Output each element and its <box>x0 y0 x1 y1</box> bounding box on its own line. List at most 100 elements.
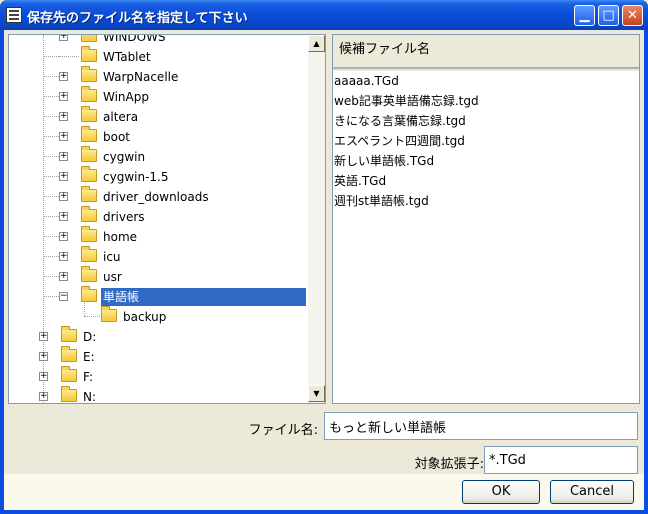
tree-item-label: backup <box>123 310 167 324</box>
tree-item[interactable]: + home <box>9 226 309 247</box>
tree-item-label: driver_downloads <box>103 190 209 204</box>
folder-icon <box>81 246 97 262</box>
folder-icon <box>81 266 97 282</box>
tree-connector <box>44 296 59 297</box>
tree-item[interactable]: + usr <box>9 266 309 287</box>
ok-button[interactable]: OK <box>462 480 540 504</box>
tree-item-label: icu <box>103 250 121 264</box>
folder-tree[interactable]: + WINDOWS WTablet + WarpNacelle + WinApp + alter… <box>8 34 326 404</box>
expand-icon[interactable]: + <box>59 212 68 221</box>
expand-icon[interactable]: + <box>59 92 68 101</box>
tree-item[interactable]: + cygwin <box>9 146 309 167</box>
folder-icon <box>81 146 97 162</box>
folder-icon <box>81 166 97 182</box>
tree-connector <box>44 116 59 117</box>
scroll-down-button[interactable]: ▼ <box>308 385 325 402</box>
filename-input[interactable] <box>324 412 638 440</box>
drive-icon <box>61 386 77 402</box>
drive-label: D: <box>83 330 97 344</box>
tree-item-label: cygwin <box>103 150 146 164</box>
drive-item[interactable]: + F: <box>9 366 309 387</box>
cancel-button[interactable]: Cancel <box>550 480 634 504</box>
tree-item[interactable]: + icu <box>9 246 309 267</box>
minimize-button[interactable]: ▁ <box>574 5 595 26</box>
tree-item-label: WINDOWS <box>103 35 166 44</box>
tree-item[interactable]: + WinApp <box>9 86 309 107</box>
expand-icon[interactable]: + <box>59 252 68 261</box>
drive-item[interactable]: + N: <box>9 386 309 404</box>
folder-icon <box>81 106 97 122</box>
drive-label: N: <box>83 390 97 404</box>
expand-icon[interactable]: + <box>59 132 68 141</box>
maximize-button[interactable]: □ <box>598 5 619 26</box>
filename-label: ファイル名: <box>248 423 318 438</box>
expand-icon[interactable]: + <box>59 232 68 241</box>
tree-item[interactable]: + WarpNacelle <box>9 66 309 87</box>
candidate-item[interactable]: きになる言葉備忘録.tgd <box>334 111 466 131</box>
tree-item[interactable]: + boot <box>9 126 309 147</box>
tree-item[interactable]: + altera <box>9 106 309 127</box>
expand-icon[interactable]: + <box>39 392 48 401</box>
expand-icon[interactable]: + <box>59 35 68 41</box>
expand-icon[interactable]: + <box>59 192 68 201</box>
tree-connector <box>59 56 79 57</box>
open-folder-icon <box>81 286 97 302</box>
drive-icon <box>61 366 77 382</box>
folder-icon <box>81 206 97 222</box>
tree-connector <box>44 216 59 217</box>
tree-item-label: WinApp <box>103 90 149 104</box>
expand-icon[interactable]: + <box>39 332 48 341</box>
tree-item[interactable]: − 単語帳 <box>9 286 309 307</box>
expand-icon[interactable]: + <box>59 272 68 281</box>
tree-item-label: 単語帳 <box>101 288 306 306</box>
tree-item[interactable]: + drivers <box>9 206 309 227</box>
tree-item-label: cygwin-1.5 <box>103 170 169 184</box>
folder-icon <box>101 306 117 322</box>
expand-icon[interactable]: + <box>59 172 68 181</box>
tree-connector <box>44 236 59 237</box>
candidate-item[interactable]: 英語.TGd <box>334 171 386 191</box>
tree-item[interactable]: + WINDOWS <box>9 35 309 47</box>
tree-item-label: WarpNacelle <box>103 70 179 84</box>
candidate-items[interactable]: aaaaa.TGd web記事英単語備忘録.tgd きになる言葉備忘録.tgd エスペ… <box>333 71 639 403</box>
tree-scrollbar[interactable]: ▲ ▼ <box>308 35 325 403</box>
tree-item-label: drivers <box>103 210 145 224</box>
candidate-item[interactable]: 新しい単語帳.TGd <box>334 151 434 171</box>
candidate-item[interactable]: aaaaa.TGd <box>334 71 399 91</box>
tree-connector <box>44 56 59 57</box>
candidate-file-list: 候補ファイル名 aaaaa.TGd web記事英単語備忘録.tgd きになる言葉備忘… <box>332 34 640 404</box>
candidate-item[interactable]: web記事英単語備忘録.tgd <box>334 91 479 111</box>
extension-input[interactable] <box>484 446 638 474</box>
title-bar[interactable]: 保存先のファイル名を指定して下さい ▁ □ ✕ <box>0 0 648 30</box>
tree-connector <box>44 156 59 157</box>
dialog-window: 保存先のファイル名を指定して下さい ▁ □ ✕ + WINDOWS WTablet +… <box>0 0 648 514</box>
expand-icon[interactable]: + <box>39 352 48 361</box>
folder-icon <box>81 35 97 42</box>
scroll-up-button[interactable]: ▲ <box>308 35 325 52</box>
candidate-header[interactable]: 候補ファイル名 <box>333 35 639 69</box>
close-button[interactable]: ✕ <box>622 5 643 26</box>
candidate-item[interactable]: エスペラント四週間.tgd <box>334 131 465 151</box>
tree-connector <box>44 96 59 97</box>
window-title: 保存先のファイル名を指定して下さい <box>27 11 248 26</box>
tree-item[interactable]: backup <box>9 303 309 327</box>
drive-item[interactable]: + D: <box>9 326 309 347</box>
expand-icon[interactable]: + <box>59 112 68 121</box>
app-icon <box>6 7 22 23</box>
tree-item-label: altera <box>103 110 139 124</box>
tree-item-label: home <box>103 230 138 244</box>
candidate-item[interactable]: 週刊st単語帳.tgd <box>334 191 429 211</box>
folder-tree-content: + WINDOWS WTablet + WarpNacelle + WinApp + alter… <box>9 35 309 404</box>
drive-item[interactable]: + E: <box>9 346 309 367</box>
tree-item[interactable]: + driver_downloads <box>9 186 309 207</box>
expand-icon[interactable]: − <box>59 292 68 301</box>
expand-icon[interactable]: + <box>39 372 48 381</box>
tree-item[interactable]: + cygwin-1.5 <box>9 166 309 187</box>
expand-icon[interactable]: + <box>59 152 68 161</box>
expand-icon[interactable]: + <box>59 72 68 81</box>
tree-item[interactable]: WTablet <box>9 46 309 67</box>
tree-connector <box>84 316 100 317</box>
tree-item-label: boot <box>103 130 131 144</box>
drive-label: F: <box>83 370 94 384</box>
drive-label: E: <box>83 350 95 364</box>
